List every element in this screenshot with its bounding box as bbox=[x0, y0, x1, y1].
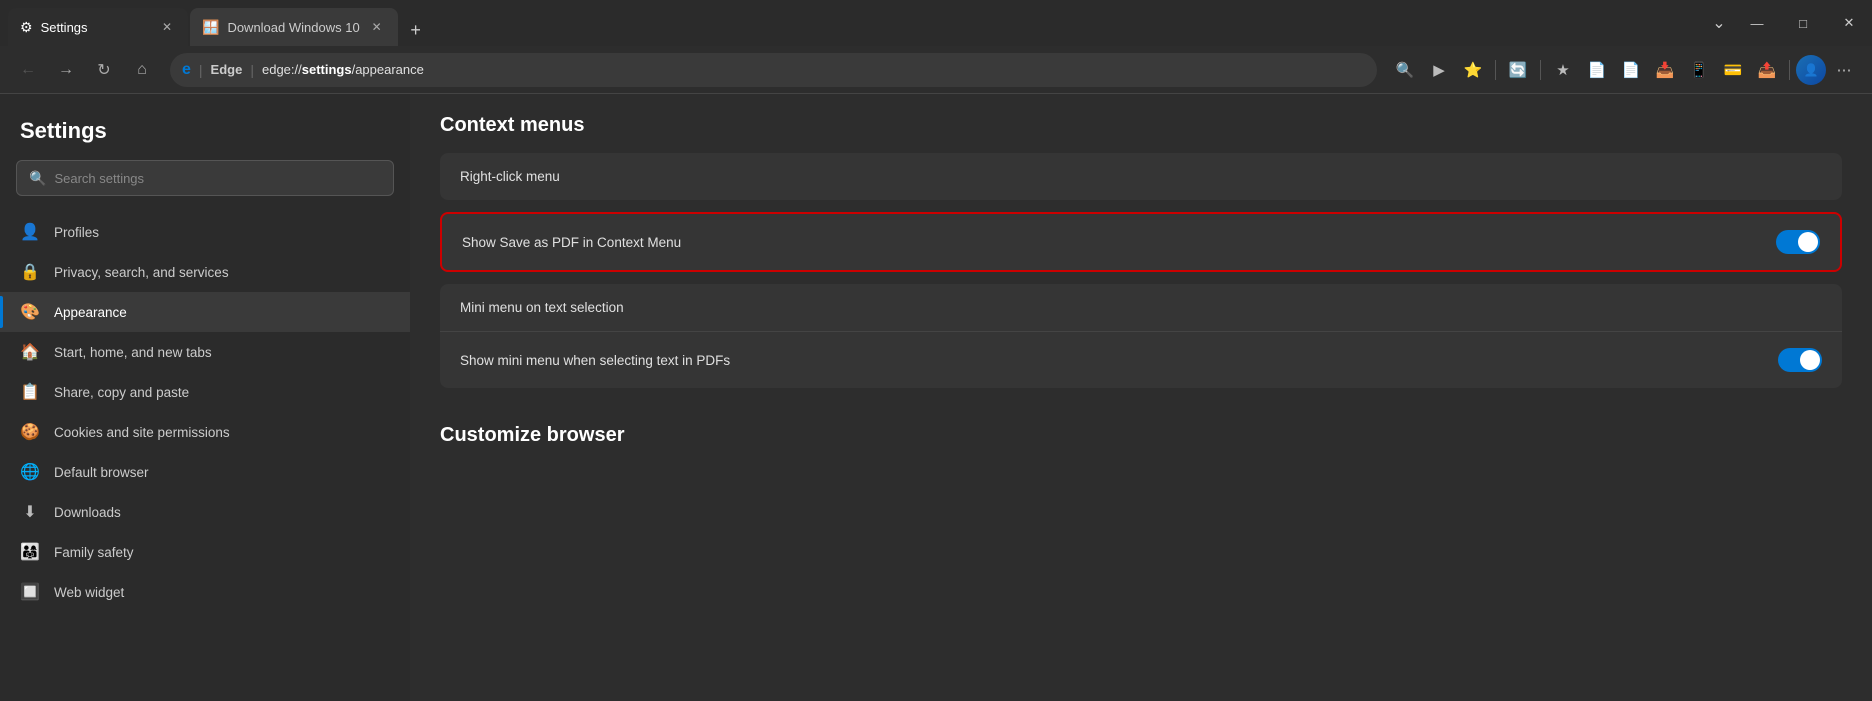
separator1 bbox=[1495, 60, 1496, 80]
title-bar: ⚙ Settings ✕ 🪟 Download Windows 10 ✕ + ⌄… bbox=[0, 0, 1872, 46]
sidebar-item-default-browser[interactable]: 🌐 Default browser bbox=[0, 452, 410, 492]
cookies-label: Cookies and site permissions bbox=[54, 425, 230, 440]
cookies-icon: 🍪 bbox=[20, 422, 40, 442]
customize-browser-title: Customize browser bbox=[440, 424, 1842, 447]
start-home-icon: 🏠 bbox=[20, 342, 40, 362]
sidebar-item-privacy[interactable]: 🔒 Privacy, search, and services bbox=[0, 252, 410, 292]
share-copy-icon: 📋 bbox=[20, 382, 40, 402]
extensions-icon[interactable]: 🔄 bbox=[1502, 54, 1534, 86]
separator3 bbox=[1789, 60, 1790, 80]
mini-menu-section-row: Mini menu on text selection bbox=[440, 284, 1842, 332]
mini-menu-card: Mini menu on text selection Show mini me… bbox=[440, 284, 1842, 388]
show-mini-menu-label: Show mini menu when selecting text in PD… bbox=[460, 353, 730, 368]
share-icon[interactable]: 📤 bbox=[1751, 54, 1783, 86]
web-widget-label: Web widget bbox=[54, 585, 124, 600]
zoom-icon[interactable]: 🔍 bbox=[1389, 54, 1421, 86]
save-as-pdf-label: Show Save as PDF in Context Menu bbox=[462, 235, 681, 250]
family-safety-icon: 👨‍👩‍👧 bbox=[20, 542, 40, 562]
save-as-pdf-card: Show Save as PDF in Context Menu bbox=[440, 212, 1842, 272]
right-click-menu-label: Right-click menu bbox=[460, 169, 560, 184]
sidebar-item-web-widget[interactable]: 🔲 Web widget bbox=[0, 572, 410, 612]
sidebar-item-family-safety[interactable]: 👨‍👩‍👧 Family safety bbox=[0, 532, 410, 572]
download-icon[interactable]: 📥 bbox=[1649, 54, 1681, 86]
favorites-icon[interactable]: ⭐ bbox=[1457, 54, 1489, 86]
sidebar-item-profiles[interactable]: 👤 Profiles bbox=[0, 212, 410, 252]
section-spacer bbox=[440, 400, 1842, 424]
default-browser-label: Default browser bbox=[54, 465, 149, 480]
refresh-button[interactable]: ↻ bbox=[88, 54, 120, 86]
download-tab-icon: 🪟 bbox=[202, 19, 219, 36]
sidebar-item-start-home[interactable]: 🏠 Start, home, and new tabs bbox=[0, 332, 410, 372]
show-mini-menu-row: Show mini menu when selecting text in PD… bbox=[440, 332, 1842, 388]
back-button[interactable]: ← bbox=[12, 54, 44, 86]
sidebar-item-cookies[interactable]: 🍪 Cookies and site permissions bbox=[0, 412, 410, 452]
settings-tab-icon: ⚙ bbox=[20, 19, 33, 36]
collections-icon[interactable]: 📄 bbox=[1581, 54, 1613, 86]
main-layout: Settings 🔍 👤 Profiles 🔒 Privacy, search,… bbox=[0, 94, 1872, 701]
forward-button[interactable]: → bbox=[50, 54, 82, 86]
toolbar: ← → ↻ ⌂ e | Edge | edge://settings/appea… bbox=[0, 46, 1872, 94]
download-tab-label: Download Windows 10 bbox=[227, 20, 359, 35]
settings-tab-label: Settings bbox=[41, 20, 88, 35]
address-divider: | bbox=[199, 62, 203, 78]
content-area: Context menus Right-click menu Show Save… bbox=[410, 94, 1872, 701]
history-icon[interactable]: 📄 bbox=[1615, 54, 1647, 86]
downloads-label: Downloads bbox=[54, 505, 121, 520]
more-tools-button[interactable]: ⋯ bbox=[1828, 54, 1860, 86]
address-text: edge://settings/appearance bbox=[262, 62, 424, 77]
profile-avatar[interactable]: 👤 bbox=[1796, 55, 1826, 85]
wallet-icon[interactable]: 💳 bbox=[1717, 54, 1749, 86]
share-copy-label: Share, copy and paste bbox=[54, 385, 189, 400]
appearance-label: Appearance bbox=[54, 305, 127, 320]
new-tab-button[interactable]: + bbox=[400, 14, 432, 46]
appearance-icon: 🎨 bbox=[20, 302, 40, 322]
settings-tab-close[interactable]: ✕ bbox=[158, 18, 176, 36]
toolbar-icons: 🔍 ▶ ⭐ 🔄 ★ 📄 📄 📥 📱 💳 📤 👤 ⋯ bbox=[1389, 54, 1860, 86]
screenshot-icon[interactable]: 📱 bbox=[1683, 54, 1715, 86]
home-button[interactable]: ⌂ bbox=[126, 54, 158, 86]
family-safety-label: Family safety bbox=[54, 545, 134, 560]
separator2 bbox=[1540, 60, 1541, 80]
tab-bar: ⚙ Settings ✕ 🪟 Download Windows 10 ✕ + bbox=[0, 0, 432, 46]
mini-menu-section-label: Mini menu on text selection bbox=[460, 300, 624, 315]
sidebar-item-downloads[interactable]: ⬇ Downloads bbox=[0, 492, 410, 532]
right-click-menu-row: Right-click menu bbox=[440, 153, 1842, 200]
profiles-icon: 👤 bbox=[20, 222, 40, 242]
edge-name: Edge bbox=[211, 62, 243, 77]
save-as-pdf-toggle[interactable] bbox=[1776, 230, 1820, 254]
profiles-label: Profiles bbox=[54, 225, 99, 240]
close-button[interactable]: ✕ bbox=[1826, 0, 1872, 46]
show-mini-menu-toggle[interactable] bbox=[1778, 348, 1822, 372]
search-input[interactable] bbox=[54, 171, 381, 186]
play-icon[interactable]: ▶ bbox=[1423, 54, 1455, 86]
favorites-sidebar-icon[interactable]: ★ bbox=[1547, 54, 1579, 86]
download-tab-close[interactable]: ✕ bbox=[368, 18, 386, 36]
tab-download[interactable]: 🪟 Download Windows 10 ✕ bbox=[190, 8, 398, 46]
context-menus-title: Context menus bbox=[440, 114, 1842, 137]
sidebar-item-appearance[interactable]: 🎨 Appearance bbox=[0, 292, 410, 332]
privacy-icon: 🔒 bbox=[20, 262, 40, 282]
search-icon: 🔍 bbox=[29, 170, 46, 187]
start-home-label: Start, home, and new tabs bbox=[54, 345, 212, 360]
maximize-button[interactable]: □ bbox=[1780, 0, 1826, 46]
sidebar-item-share-copy[interactable]: 📋 Share, copy and paste bbox=[0, 372, 410, 412]
sidebar-title: Settings bbox=[0, 110, 410, 160]
address-bar[interactable]: e | Edge | edge://settings/appearance bbox=[170, 53, 1377, 87]
edge-logo-icon: e bbox=[182, 61, 191, 79]
web-widget-icon: 🔲 bbox=[20, 582, 40, 602]
downloads-icon: ⬇ bbox=[20, 502, 40, 522]
address-divider2: | bbox=[250, 62, 254, 78]
right-click-menu-card: Right-click menu bbox=[440, 153, 1842, 200]
minimize-button[interactable]: — bbox=[1734, 0, 1780, 46]
save-as-pdf-row: Show Save as PDF in Context Menu bbox=[442, 214, 1840, 270]
tab-list-button[interactable]: ⌄ bbox=[1704, 0, 1734, 46]
privacy-label: Privacy, search, and services bbox=[54, 265, 229, 280]
tab-settings[interactable]: ⚙ Settings ✕ bbox=[8, 8, 188, 46]
default-browser-icon: 🌐 bbox=[20, 462, 40, 482]
sidebar: Settings 🔍 👤 Profiles 🔒 Privacy, search,… bbox=[0, 94, 410, 701]
search-box[interactable]: 🔍 bbox=[16, 160, 394, 196]
window-controls: ⌄ — □ ✕ bbox=[1704, 0, 1872, 46]
